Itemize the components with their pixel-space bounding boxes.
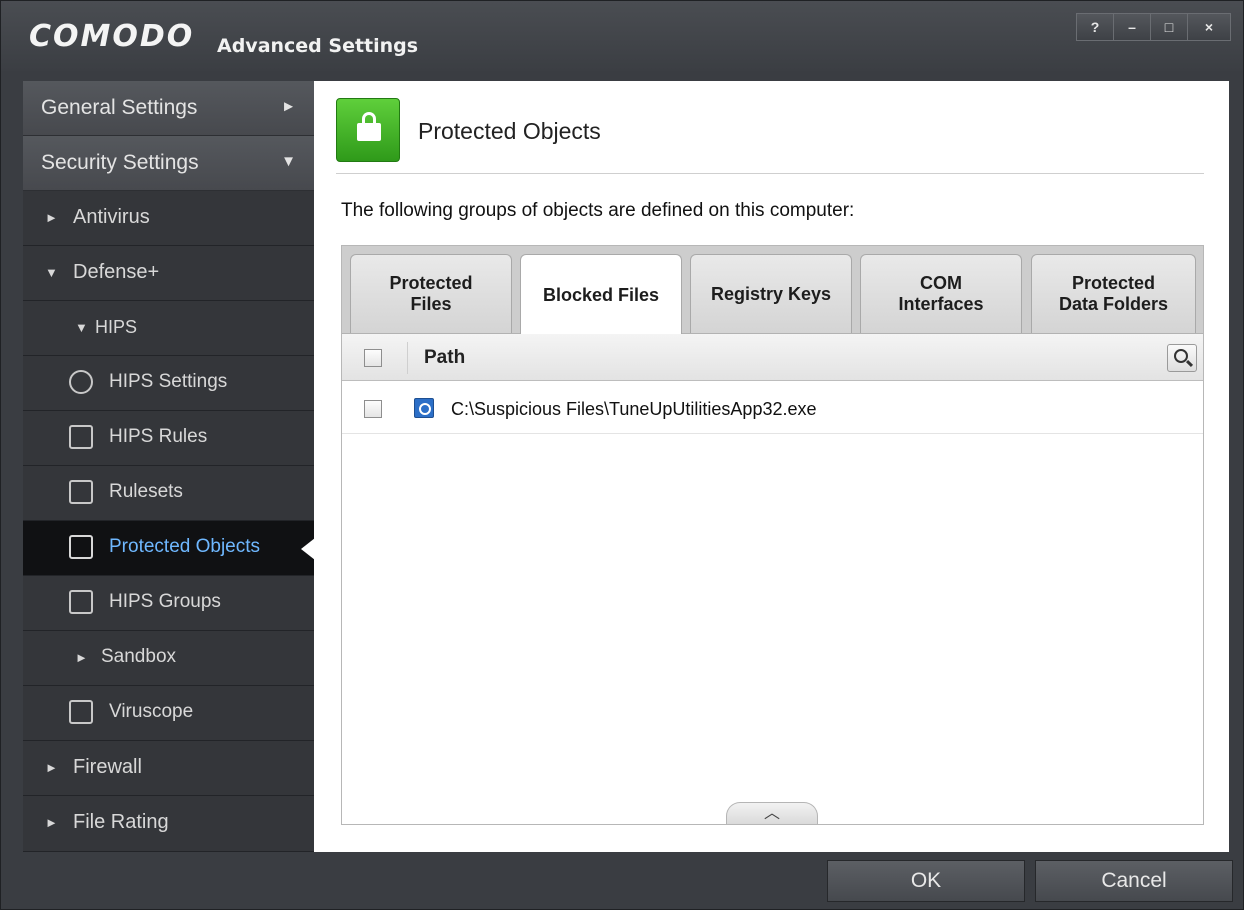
tab-protected-files[interactable]: Protected Files xyxy=(350,254,512,333)
lock-body xyxy=(357,123,381,141)
file-path: C:\Suspicious Files\TuneUpUtilitiesApp32… xyxy=(451,399,817,419)
sidebar-item-antivirus[interactable]: ► Antivirus xyxy=(23,191,314,246)
tab-label: COM Interfaces xyxy=(898,273,984,314)
comodo-logo: COMODO xyxy=(29,19,195,54)
chevron-down-icon: ▼ xyxy=(281,153,296,170)
sidebar-item-file-rating[interactable]: ► File Rating xyxy=(23,796,314,852)
advanced-settings-window: COMODO Advanced Settings ? – □ × General… xyxy=(0,0,1244,910)
sidebar-item-label: General Settings xyxy=(41,96,198,119)
sidebar-item-label: HIPS Settings xyxy=(109,371,228,392)
sidebar-item-label: HIPS Rules xyxy=(109,426,208,447)
objects-panel: Protected Files Blocked Files Registry K… xyxy=(341,245,1204,825)
table-header: Path xyxy=(342,334,1203,381)
sidebar-item-label: Security Settings xyxy=(41,151,199,174)
expand-arrow-icon: ► xyxy=(45,815,58,830)
tab-label: Blocked Files xyxy=(542,284,660,305)
divider xyxy=(336,173,1204,174)
sidebar-item-hips-groups[interactable]: HIPS Groups xyxy=(23,576,314,631)
tab-com-interfaces[interactable]: COM Interfaces xyxy=(860,254,1022,333)
sidebar-item-hips[interactable]: ▼ HIPS xyxy=(23,301,314,356)
sidebar-item-label: Antivirus xyxy=(73,206,150,228)
sidebar-item-label: Protected Objects xyxy=(109,536,261,557)
expand-arrow-icon: ► xyxy=(75,650,88,665)
cancel-button[interactable]: Cancel xyxy=(1035,860,1233,902)
tab-registry-keys[interactable]: Registry Keys xyxy=(690,254,852,333)
executable-file-icon xyxy=(414,398,434,418)
window-title: Advanced Settings xyxy=(217,35,419,57)
sidebar-item-rulesets[interactable]: Rulesets xyxy=(23,466,314,521)
tab-label: Registry Keys xyxy=(710,283,832,304)
expand-arrow-icon: ► xyxy=(45,210,58,225)
sidebar-item-firewall[interactable]: ► Firewall xyxy=(23,741,314,796)
ruleset-icon xyxy=(69,480,93,504)
ok-button[interactable]: OK xyxy=(827,860,1025,902)
sidebar-item-protected-objects[interactable]: Protected Objects xyxy=(23,521,315,576)
title-bar[interactable]: COMODO Advanced Settings ? – □ × xyxy=(1,1,1243,71)
sidebar-item-viruscope[interactable]: Viruscope xyxy=(23,686,314,741)
lock-icon xyxy=(69,535,93,559)
sidebar-item-label: Sandbox xyxy=(101,646,177,667)
table-row[interactable]: C:\Suspicious Files\TuneUpUtilitiesApp32… xyxy=(342,384,1203,434)
tab-label: Protected Files xyxy=(389,273,473,314)
gear-icon xyxy=(69,370,93,394)
content-pane: Protected Objects The following groups o… xyxy=(314,81,1229,852)
page-description: The following groups of objects are defi… xyxy=(341,200,855,221)
sidebar-item-hips-rules[interactable]: HIPS Rules xyxy=(23,411,314,466)
row-checkbox[interactable] xyxy=(364,400,382,418)
tab-protected-data-folders[interactable]: Protected Data Folders xyxy=(1031,254,1196,333)
collapse-arrow-icon: ▼ xyxy=(75,320,88,335)
expand-arrow-icon: ► xyxy=(45,760,58,775)
active-indicator xyxy=(301,538,315,560)
sidebar: General Settings ► Security Settings ▼ ►… xyxy=(23,81,315,852)
collapse-panel-button[interactable]: ︿ xyxy=(726,802,818,824)
sidebar-item-security-settings[interactable]: Security Settings ▼ xyxy=(23,136,314,191)
sidebar-item-label: File Rating xyxy=(73,811,169,833)
rules-icon xyxy=(69,425,93,449)
help-button[interactable]: ? xyxy=(1076,13,1114,41)
minimize-button[interactable]: – xyxy=(1113,13,1151,41)
sidebar-item-defense-plus[interactable]: ▼ Defense+ xyxy=(23,246,314,301)
chevron-right-icon: ► xyxy=(281,98,296,115)
sidebar-item-general-settings[interactable]: General Settings ► xyxy=(23,81,314,136)
tab-label: Protected Data Folders xyxy=(1058,273,1169,314)
footer-bar: OK Cancel xyxy=(1,852,1243,909)
close-button[interactable]: × xyxy=(1187,13,1231,41)
sidebar-item-label: Firewall xyxy=(73,756,142,778)
collapse-arrow-icon: ▼ xyxy=(45,265,58,280)
sidebar-item-label: Defense+ xyxy=(73,261,160,283)
groups-icon xyxy=(69,590,93,614)
sidebar-item-label: Viruscope xyxy=(109,701,194,722)
column-separator xyxy=(407,342,408,374)
search-icon-handle xyxy=(1185,359,1194,368)
search-button[interactable] xyxy=(1167,344,1197,372)
sidebar-item-hips-settings[interactable]: HIPS Settings xyxy=(23,356,314,411)
tab-blocked-files[interactable]: Blocked Files xyxy=(520,254,682,335)
viruscope-icon xyxy=(69,700,93,724)
sidebar-item-label: Rulesets xyxy=(109,481,183,502)
page-title: Protected Objects xyxy=(418,118,601,144)
sidebar-item-label: HIPS Groups xyxy=(109,591,221,612)
column-header-path[interactable]: Path xyxy=(424,347,465,369)
sidebar-item-sandbox[interactable]: ► Sandbox xyxy=(23,631,314,686)
window-controls: ? – □ × xyxy=(1076,13,1231,41)
protected-objects-icon xyxy=(336,98,400,162)
maximize-button[interactable]: □ xyxy=(1150,13,1188,41)
tab-bar: Protected Files Blocked Files Registry K… xyxy=(342,246,1203,335)
select-all-checkbox[interactable] xyxy=(364,349,382,367)
sidebar-item-label: HIPS xyxy=(95,317,138,337)
